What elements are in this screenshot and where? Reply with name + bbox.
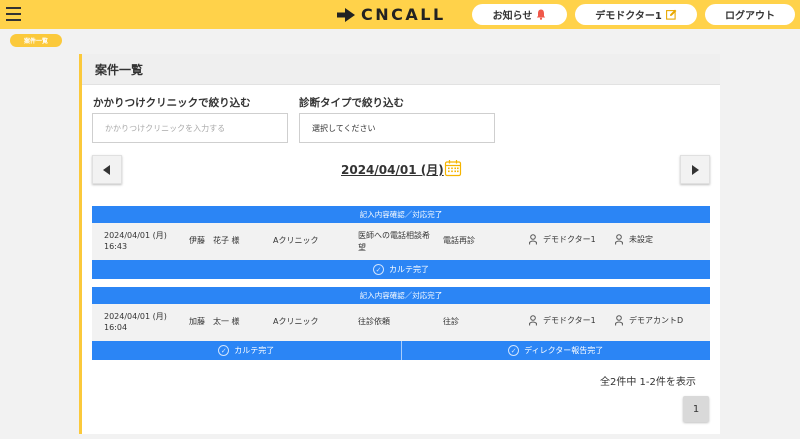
chart-complete-button[interactable]: ✓ カルテ完了 xyxy=(92,260,710,279)
director-icon xyxy=(615,234,623,245)
check-circle-icon: ✓ xyxy=(508,345,520,356)
diagnosis-filter-label: 診断タイプで絞り込む xyxy=(299,97,404,109)
logo: CNCALL xyxy=(337,5,446,24)
diagnosis-type-select[interactable]: 選択してください xyxy=(299,113,495,143)
panel-header: 案件一覧 xyxy=(82,54,720,85)
clinic-filter-input[interactable]: かかりつけクリニックを入力する xyxy=(92,113,288,143)
result-count: 全2件中 1-2件を表示 xyxy=(600,377,696,388)
prev-date-button[interactable] xyxy=(92,155,122,184)
calendar-icon[interactable] xyxy=(444,159,462,177)
assigned-doctor: デモドクター1 xyxy=(529,234,596,245)
user-name-label: デモドクター1 xyxy=(595,11,662,22)
case-actions: ✓ カルテ完了 ✓ ディレクター報告完了 xyxy=(92,341,710,360)
top-bar: CNCALL お知らせ デモドクター1 ログアウト xyxy=(0,0,800,29)
menu-icon[interactable] xyxy=(6,7,21,21)
case-date: 2024/04/01 (月) xyxy=(104,231,167,240)
case-status-bar: 記入内容確認／対応完了 xyxy=(92,206,710,223)
current-date[interactable]: 2024/04/01 (月) xyxy=(341,161,444,178)
case-time: 16:04 xyxy=(104,323,128,332)
patient-name: 伊藤 花子 様 xyxy=(189,236,240,245)
doctor-icon xyxy=(529,234,537,245)
chart-complete-label: カルテ完了 xyxy=(389,265,429,274)
case-card[interactable]: 記入内容確認／対応完了 2024/04/01 (月) 16:43 伊藤 花子 様… xyxy=(92,206,710,279)
logo-text: CNCALL xyxy=(361,5,446,24)
chart-complete-button[interactable]: ✓ カルテ完了 xyxy=(92,341,401,360)
request-type-cont: 望 xyxy=(358,243,366,252)
case-card[interactable]: 記入内容確認／対応完了 2024/04/01 (月) 16:04 加藤 太一 様… xyxy=(92,287,710,360)
doctor-icon xyxy=(529,315,537,326)
breadcrumb-label: 案件一覧 xyxy=(23,38,48,45)
notifications-label: お知らせ xyxy=(492,11,533,22)
notifications-button[interactable]: お知らせ xyxy=(472,4,567,25)
case-actions: ✓ カルテ完了 xyxy=(92,260,710,279)
logout-label: ログアウト xyxy=(725,11,775,22)
diagnosis-type: 電話再診 xyxy=(443,236,475,245)
director-icon xyxy=(615,315,623,326)
logout-button[interactable]: ログアウト xyxy=(705,4,795,25)
clinic-name: Aクリニック xyxy=(273,317,319,326)
page-button[interactable]: 1 xyxy=(683,396,709,422)
diagnosis-type: 往診 xyxy=(443,317,459,326)
request-type: 往診依頼 xyxy=(358,317,390,326)
assigned-doctor: デモドクター1 xyxy=(529,315,596,326)
assigned-director: デモアカントD xyxy=(615,315,683,326)
doctor-name: デモドクター1 xyxy=(543,316,596,325)
request-type: 医師への電話相談希 xyxy=(358,231,430,240)
user-profile-button[interactable]: デモドクター1 xyxy=(575,4,697,25)
director-report-complete-label: ディレクター報告完了 xyxy=(524,346,604,355)
logo-arrow-icon xyxy=(337,7,355,22)
case-details: 2024/04/01 (月) 16:43 伊藤 花子 様 Aクリニック 医師への… xyxy=(92,223,710,260)
director-name: 未設定 xyxy=(629,235,653,244)
doctor-name: デモドクター1 xyxy=(543,235,596,244)
bell-icon xyxy=(537,9,546,20)
page-title: 案件一覧 xyxy=(95,62,144,77)
breadcrumb[interactable]: 案件一覧 xyxy=(10,34,62,47)
check-circle-icon: ✓ xyxy=(218,345,230,356)
case-time: 16:43 xyxy=(104,242,128,251)
case-details: 2024/04/01 (月) 16:04 加藤 太一 様 Aクリニック 往診依頼… xyxy=(92,304,710,341)
case-date: 2024/04/01 (月) xyxy=(104,312,167,321)
check-circle-icon: ✓ xyxy=(373,264,384,275)
clinic-name: Aクリニック xyxy=(273,236,319,245)
assigned-director: 未設定 xyxy=(615,234,653,245)
chevron-right-icon xyxy=(692,164,699,175)
chart-complete-label: カルテ完了 xyxy=(234,346,275,355)
edit-icon xyxy=(665,9,677,20)
next-date-button[interactable] xyxy=(680,155,710,184)
clinic-filter-label: かかりつけクリニックで絞り込む xyxy=(93,97,251,109)
director-name: デモアカントD xyxy=(629,316,684,325)
director-report-complete-button[interactable]: ✓ ディレクター報告完了 xyxy=(400,341,711,360)
case-status-bar: 記入内容確認／対応完了 xyxy=(92,287,710,304)
chevron-left-icon xyxy=(103,164,110,175)
patient-name: 加藤 太一 様 xyxy=(189,317,240,326)
